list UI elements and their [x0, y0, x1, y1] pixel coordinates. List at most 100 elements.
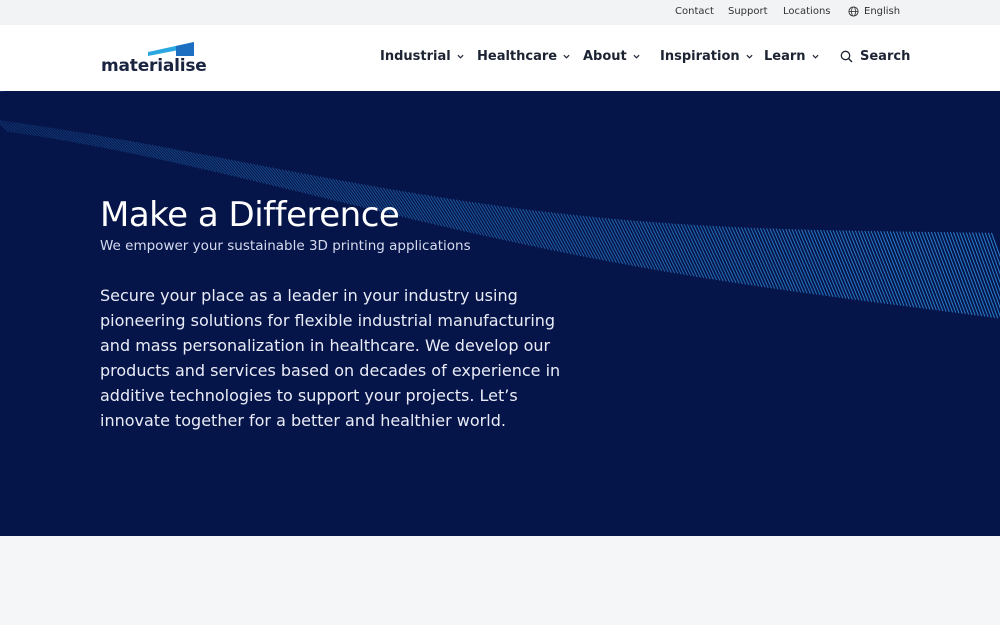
wave-strand — [496, 205, 520, 244]
nav-inspiration[interactable]: Inspiration — [660, 49, 753, 64]
wave-strand — [531, 209, 556, 252]
wave-strand — [870, 230, 902, 306]
locations-link[interactable]: Locations — [783, 6, 831, 17]
wave-strand — [503, 206, 527, 246]
wave-strand — [826, 230, 857, 300]
hero-body: Secure your place as a leader in your in… — [100, 286, 561, 430]
wave-strand — [519, 208, 543, 249]
chevron-down-icon — [812, 54, 819, 59]
chevron-down-icon — [563, 54, 570, 59]
wave-strand — [294, 171, 313, 196]
nav-learn-label: Learn — [764, 49, 806, 64]
wave-strand — [525, 209, 550, 250]
wave-strand — [820, 229, 850, 300]
wave-strand — [500, 205, 524, 245]
wave-strand — [854, 230, 886, 304]
wave-strand — [458, 199, 482, 236]
wave-strand — [246, 162, 265, 184]
wave-strand — [829, 230, 860, 301]
language-selector[interactable]: English — [848, 6, 900, 17]
wave-strand — [249, 163, 268, 185]
search-label: Search — [860, 49, 911, 64]
wave-strand — [243, 161, 262, 184]
wave-strand — [810, 229, 840, 298]
search-icon — [840, 50, 853, 63]
wave-strand — [455, 199, 478, 235]
nav-industrial-label: Industrial — [380, 49, 451, 64]
wave-strand — [509, 207, 533, 247]
wave-strand — [37, 125, 52, 139]
wave-strand — [477, 202, 501, 240]
wave-strand — [465, 200, 488, 237]
wave-strand — [512, 207, 537, 248]
wave-strand — [31, 124, 45, 138]
wave-strand — [858, 230, 889, 305]
wave-strand — [867, 230, 899, 306]
wave-strand — [832, 230, 863, 301]
hero-banner: Make a Difference We empower your sustai… — [0, 91, 1000, 536]
wave-strand — [468, 201, 491, 238]
wave-strand — [268, 166, 288, 190]
main-header: materialise Industrial Healthcare About … — [0, 25, 1000, 91]
support-link[interactable]: Support — [728, 6, 768, 17]
wave-strand — [462, 200, 485, 236]
wave-strand — [278, 168, 297, 192]
contact-link[interactable]: Contact — [675, 6, 714, 17]
wave-strand — [275, 167, 294, 191]
wave-strand — [253, 163, 271, 186]
language-label: English — [864, 6, 901, 17]
wave-strand — [839, 230, 869, 302]
wave-strand — [506, 206, 530, 246]
wave-strand — [845, 230, 876, 303]
wave-strand — [538, 210, 562, 253]
wave-strand — [256, 164, 275, 187]
chevron-down-icon — [746, 54, 753, 59]
nav-industrial[interactable]: Industrial — [380, 49, 464, 64]
nav-learn[interactable]: Learn — [764, 49, 819, 64]
wave-strand — [474, 202, 498, 239]
wave-strand — [43, 126, 58, 140]
hero-title: Make a Difference — [100, 195, 400, 235]
wave-strand — [807, 229, 837, 298]
wave-strand — [265, 166, 284, 189]
wave-strand — [240, 161, 259, 183]
wave-strand — [487, 204, 511, 242]
nav-healthcare[interactable]: Healthcare — [477, 49, 570, 64]
materialise-logo[interactable]: materialise — [101, 42, 207, 78]
wave-strand — [303, 173, 323, 198]
search-button[interactable]: Search — [840, 49, 910, 64]
wave-strand — [262, 165, 281, 188]
wave-strand — [493, 204, 517, 243]
nav-about-label: About — [583, 49, 627, 64]
chevron-down-icon — [633, 54, 640, 59]
nav-about[interactable]: About — [583, 49, 640, 64]
wave-strand — [873, 230, 905, 307]
hero-subtitle: We empower your sustainable 3D printing … — [100, 238, 471, 254]
wave-strand — [528, 209, 553, 251]
wave-strand — [968, 232, 1000, 318]
wave-strand — [877, 231, 908, 307]
logo-mark-icon — [148, 42, 194, 56]
wave-strand — [800, 229, 831, 297]
below-fold-section — [0, 536, 1000, 625]
wave-strand — [851, 230, 882, 304]
wave-strand — [804, 229, 834, 297]
wave-strand — [300, 172, 320, 198]
wave-strand — [481, 203, 504, 241]
wave-strand — [515, 207, 540, 248]
wave-strand — [297, 172, 317, 197]
wave-strand — [287, 170, 307, 194]
nav-healthcare-label: Healthcare — [477, 49, 558, 64]
globe-icon — [848, 6, 859, 17]
wave-strand — [284, 169, 304, 194]
wave-strand — [471, 201, 495, 239]
wave-strand — [848, 230, 879, 303]
wave-strand — [522, 208, 546, 250]
wave-strand — [291, 170, 310, 195]
wave-strand — [490, 204, 514, 243]
chevron-down-icon — [457, 54, 464, 59]
wave-strand — [40, 125, 55, 140]
wave-strand — [880, 231, 912, 308]
wave-strand — [259, 164, 278, 187]
wave-strand — [823, 229, 853, 300]
